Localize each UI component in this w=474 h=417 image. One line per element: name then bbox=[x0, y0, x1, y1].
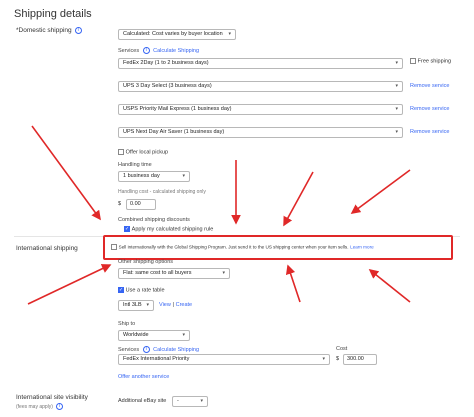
annotation-arrow bbox=[283, 171, 314, 227]
annotation-arrow bbox=[27, 264, 112, 305]
annotation-arrows bbox=[27, 125, 411, 305]
annotation-arrow bbox=[285, 264, 301, 303]
annotation-arrow bbox=[350, 169, 411, 214]
annotation-arrow bbox=[31, 125, 101, 221]
annotation-arrow bbox=[368, 269, 411, 303]
